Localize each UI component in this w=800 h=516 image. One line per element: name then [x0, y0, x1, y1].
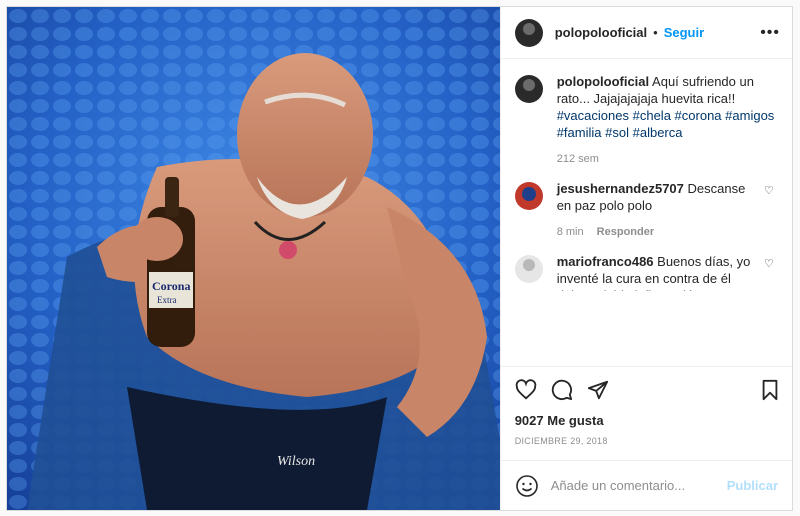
comment-time[interactable]: 8 min: [557, 226, 584, 238]
comments-section[interactable]: polopolooficial Aquí sufriendo un rato..…: [501, 59, 792, 366]
separator-dot: •: [653, 25, 658, 40]
caption-time[interactable]: 212 sem: [557, 151, 778, 168]
bottle-label-text: Corona: [152, 279, 190, 293]
trunks-logo-text: Wilson: [277, 454, 315, 469]
comment-bubble-icon[interactable]: [551, 379, 573, 401]
hashtag[interactable]: #alberca: [633, 125, 683, 140]
caption-username[interactable]: polopolooficial: [557, 74, 649, 89]
comment-item: jesushernandez5707 Descanse en paz polo …: [514, 180, 778, 241]
caption: polopolooficial Aquí sufriendo un rato..…: [514, 73, 778, 168]
author-username[interactable]: polopolooficial: [555, 25, 647, 40]
author-avatar[interactable]: [514, 18, 543, 47]
emoji-icon[interactable]: [515, 474, 539, 498]
post-header: polopolooficial • Seguir •••: [500, 7, 792, 59]
hashtag[interactable]: #chela: [633, 108, 671, 123]
comment-input[interactable]: [550, 478, 727, 493]
follow-button[interactable]: Seguir: [664, 25, 704, 40]
comment-username[interactable]: jesushernandez5707: [557, 181, 684, 196]
post-modal: Wilson Corona Extra polopolooficial • Se…: [6, 6, 793, 511]
post-photo[interactable]: Wilson Corona Extra: [7, 7, 500, 510]
bottle-sublabel-text: Extra: [157, 295, 177, 305]
like-heart-icon[interactable]: [515, 379, 537, 401]
post-date[interactable]: DICIEMBRE 29, 2018: [515, 436, 780, 446]
share-paper-plane-icon[interactable]: [587, 379, 609, 401]
hashtag[interactable]: #sol: [605, 125, 629, 140]
likes-count[interactable]: 9027 Me gusta: [515, 413, 780, 428]
hashtag[interactable]: #familia: [557, 125, 602, 140]
commenter-avatar[interactable]: [514, 182, 543, 210]
commenter-avatar[interactable]: [514, 255, 543, 283]
post-side-panel: polopolooficial • Seguir ••• polopoloofi…: [499, 7, 792, 510]
comments-scroll[interactable]: polopolooficial Aquí sufriendo un rato..…: [514, 73, 778, 291]
like-comment-heart-icon[interactable]: ♡: [764, 257, 778, 291]
caption-avatar[interactable]: [514, 75, 543, 103]
hashtag[interactable]: #corona: [675, 108, 722, 123]
publish-button[interactable]: Publicar: [727, 478, 778, 493]
more-options-icon[interactable]: •••: [760, 24, 780, 42]
reply-button[interactable]: Responder: [597, 226, 654, 238]
save-bookmark-icon[interactable]: [760, 379, 780, 401]
hashtag[interactable]: #amigos: [725, 108, 774, 123]
comment-username[interactable]: mariofranco486: [557, 254, 654, 269]
post-actions: 9027 Me gusta DICIEMBRE 29, 2018: [500, 366, 792, 460]
comment-item: mariofranco486 Buenos días, yo inventé l…: [514, 253, 778, 291]
like-comment-heart-icon[interactable]: ♡: [764, 184, 778, 241]
pool-photo-illustration: Wilson Corona Extra: [7, 7, 500, 510]
add-comment-bar: Publicar: [500, 460, 792, 510]
hashtag[interactable]: #vacaciones: [557, 108, 629, 123]
